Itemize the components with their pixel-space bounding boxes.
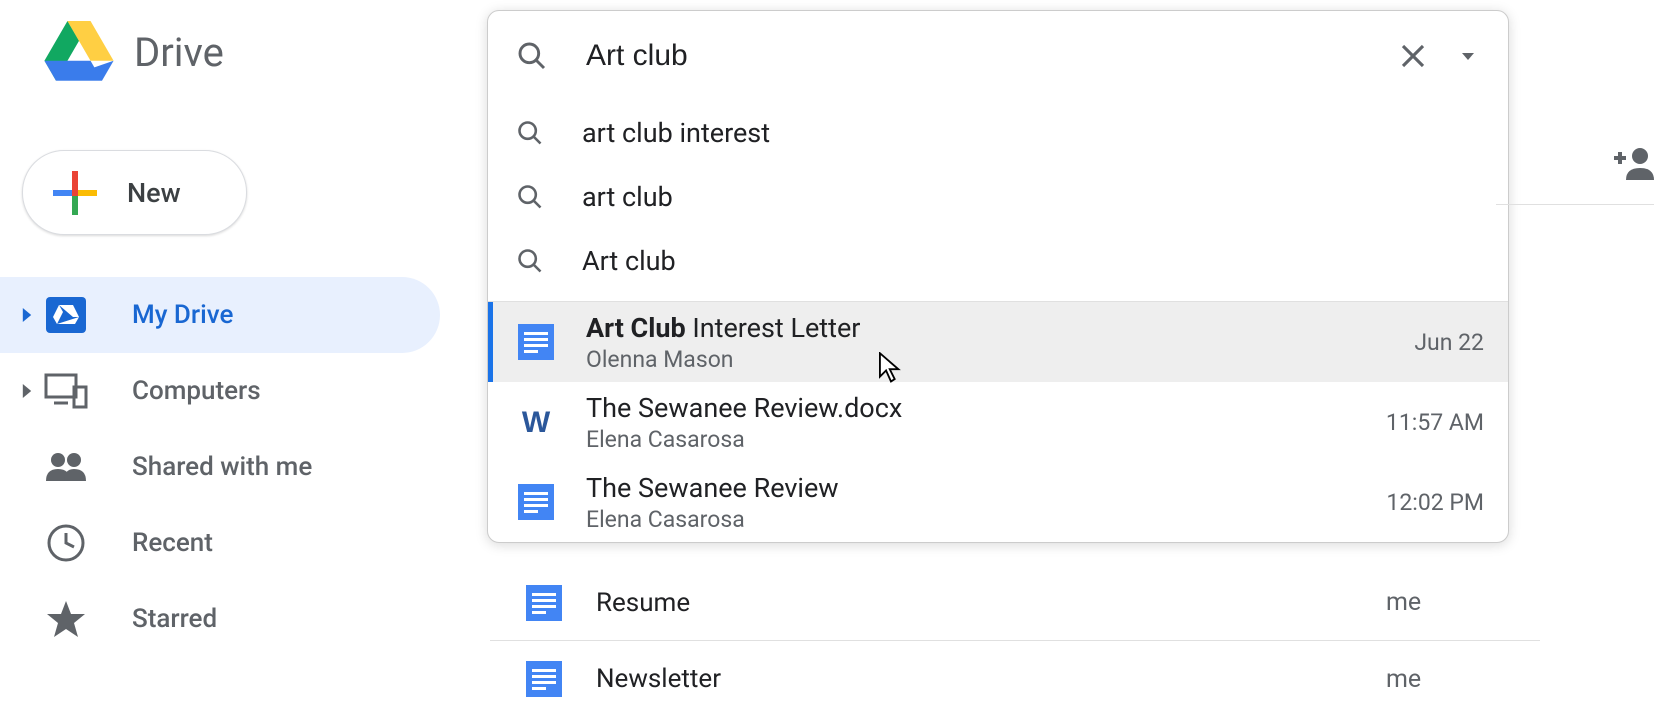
- search-dropdown: art club interest art club Art club Art …: [487, 10, 1509, 543]
- search-suggestion[interactable]: art club: [488, 165, 1508, 229]
- suggestion-text: art club interest: [582, 117, 770, 149]
- file-row[interactable]: Resume me: [490, 565, 1540, 641]
- app-title: Drive: [134, 29, 224, 76]
- nav-label: Computers: [132, 376, 261, 406]
- search-input[interactable]: [586, 39, 1390, 73]
- file-title: Resume: [596, 588, 1386, 618]
- result-title: The Sewanee Review: [586, 472, 1386, 504]
- nav-list: My Drive Computers: [0, 277, 440, 657]
- doc-icon: [516, 322, 556, 362]
- clear-icon[interactable]: [1390, 33, 1436, 79]
- result-owner: Elena Casarosa: [586, 426, 1386, 453]
- new-button-label: New: [127, 177, 181, 209]
- result-title: The Sewanee Review.docx: [586, 392, 1386, 424]
- sidebar: New My Drive: [0, 150, 440, 657]
- nav-label: Recent: [132, 528, 213, 558]
- doc-icon: [526, 585, 562, 621]
- person-add-icon[interactable]: [1614, 146, 1654, 182]
- suggestion-text: art club: [582, 181, 673, 213]
- result-owner: Olenna Mason: [586, 346, 1414, 373]
- clock-icon: [44, 521, 88, 565]
- suggestion-text: Art club: [582, 245, 676, 277]
- nav-label: My Drive: [132, 300, 233, 330]
- nav-label: Shared with me: [132, 452, 312, 482]
- search-results: Art Club Interest Letter Olenna Mason Ju…: [488, 301, 1508, 542]
- computers-icon: [44, 369, 88, 413]
- file-list: Resume me Newsletter me: [490, 565, 1540, 717]
- doc-icon: [516, 482, 556, 522]
- result-owner: Elena Casarosa: [586, 506, 1386, 533]
- search-suggestion[interactable]: Art club: [488, 229, 1508, 293]
- drive-logo[interactable]: Drive: [44, 21, 224, 83]
- sidebar-item-shared[interactable]: Shared with me: [0, 429, 440, 505]
- svg-text:W: W: [522, 406, 551, 439]
- search-icon: [516, 183, 544, 211]
- search-bar: [488, 11, 1508, 101]
- result-meta: Jun 22: [1414, 329, 1484, 356]
- file-row[interactable]: Newsletter me: [490, 641, 1540, 717]
- sidebar-item-computers[interactable]: Computers: [0, 353, 440, 429]
- file-owner: me: [1386, 588, 1516, 617]
- search-result[interactable]: The Sewanee Review Elena Casarosa 12:02 …: [488, 462, 1508, 542]
- search-result[interactable]: W The Sewanee Review.docx Elena Casarosa…: [488, 382, 1508, 462]
- search-suggestions: art club interest art club Art club: [488, 101, 1508, 293]
- file-title: Newsletter: [596, 664, 1386, 694]
- search-icon: [516, 119, 544, 147]
- expand-icon[interactable]: [14, 308, 40, 322]
- sidebar-item-recent[interactable]: Recent: [0, 505, 440, 581]
- search-options-icon[interactable]: [1456, 44, 1480, 68]
- drive-logo-icon: [44, 21, 114, 83]
- my-drive-icon: [44, 293, 88, 337]
- shared-icon: [44, 445, 88, 489]
- search-suggestion[interactable]: art club interest: [488, 101, 1508, 165]
- result-meta: 11:57 AM: [1386, 409, 1484, 436]
- word-icon: W: [516, 402, 556, 442]
- doc-icon: [526, 661, 562, 697]
- plus-icon: [51, 169, 99, 217]
- sidebar-item-starred[interactable]: Starred: [0, 581, 440, 657]
- result-meta: 12:02 PM: [1386, 489, 1484, 516]
- search-icon: [516, 247, 544, 275]
- separator: [1496, 204, 1654, 205]
- star-icon: [44, 597, 88, 641]
- file-owner: me: [1386, 665, 1516, 694]
- nav-label: Starred: [132, 604, 217, 634]
- sidebar-item-my-drive[interactable]: My Drive: [0, 277, 440, 353]
- search-result[interactable]: Art Club Interest Letter Olenna Mason Ju…: [488, 302, 1508, 382]
- expand-icon[interactable]: [14, 384, 40, 398]
- new-button[interactable]: New: [22, 150, 247, 235]
- result-title: Art Club Interest Letter: [586, 312, 1414, 344]
- search-icon[interactable]: [516, 40, 548, 72]
